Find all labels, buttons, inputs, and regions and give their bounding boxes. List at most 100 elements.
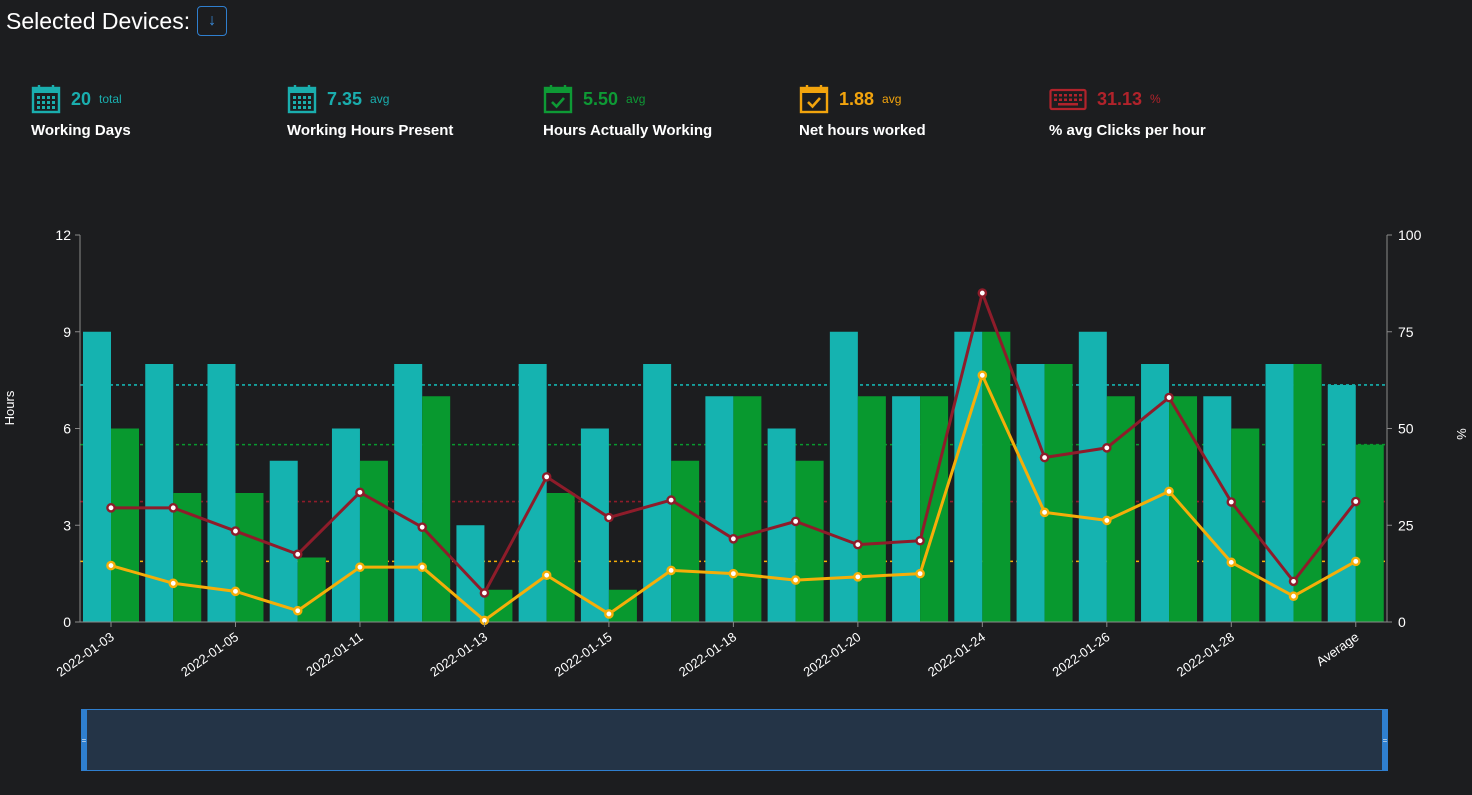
data-point — [1226, 497, 1237, 507]
bar — [733, 396, 762, 622]
data-point — [790, 575, 801, 585]
bar — [1078, 331, 1107, 622]
data-point — [106, 560, 116, 571]
y2-tick-label: 100 — [1398, 227, 1422, 243]
bar — [1231, 428, 1260, 622]
calendar-icon — [31, 85, 61, 114]
data-point — [292, 605, 303, 616]
x-tick-label: 2022-01-13 — [427, 629, 490, 679]
data-point — [230, 586, 241, 597]
calendar-check-icon — [543, 85, 573, 114]
stat-label: Working Days — [31, 122, 131, 139]
download-button[interactable]: ↓ — [197, 6, 228, 36]
bar — [1016, 364, 1045, 622]
stat-value: 20 — [71, 88, 92, 109]
stat-clicks-per-hour: 31.13 % % avg Clicks per hour — [1049, 84, 1206, 140]
keyboard-icon — [1049, 88, 1087, 111]
data-point — [541, 472, 552, 482]
bar — [207, 364, 236, 622]
x-tick-label: 2022-01-05 — [178, 629, 241, 679]
bar — [83, 331, 111, 622]
bar — [359, 460, 388, 622]
data-point — [1039, 452, 1050, 463]
x-tick-label: 2022-01-15 — [552, 629, 615, 679]
data-point — [479, 588, 490, 598]
y-tick-label: 6 — [63, 421, 71, 437]
stat-label: Hours Actually Working — [543, 122, 713, 139]
x-tick-label: Average — [1313, 629, 1361, 669]
x-tick-label: 2022-01-24 — [925, 629, 988, 679]
hours-chart: Hours % 0 3 6 9 12 0 25 50 75 100 2022-01-03 2022-0… — [2, 227, 1469, 680]
stat-unit: avg — [882, 92, 902, 106]
stat-unit: % — [1150, 92, 1161, 106]
data-point — [915, 568, 925, 579]
data-point — [1288, 576, 1299, 587]
bar — [331, 428, 360, 622]
bar — [671, 460, 700, 622]
data-point — [853, 572, 863, 582]
bar — [111, 428, 139, 622]
stat-unit: avg — [370, 92, 390, 106]
data-point — [106, 503, 116, 513]
calendar-check-icon — [799, 85, 829, 114]
range-slider-left-handle[interactable]: = — [81, 709, 87, 771]
stat-working-hours-present: 7.35 avg Working Hours Present — [287, 84, 453, 139]
x-tick-label: 2022-01-11 — [303, 629, 365, 679]
bar — [235, 493, 264, 622]
data-point — [417, 522, 427, 532]
data-point — [915, 535, 925, 546]
arrow-down-icon: ↓ — [208, 12, 217, 29]
y2-tick-label: 50 — [1398, 421, 1414, 437]
data-point — [1350, 556, 1361, 567]
y-tick-label: 9 — [63, 324, 71, 340]
stat-value: 1.88 — [839, 88, 875, 109]
data-point — [666, 565, 676, 576]
bar — [920, 396, 949, 622]
y2-tick-label: 75 — [1398, 324, 1414, 340]
x-tick-label: 2022-01-03 — [54, 629, 117, 679]
y2-tick-label: 25 — [1398, 517, 1414, 533]
stat-hours-actually-working: 5.50 avg Hours Actually Working — [543, 84, 712, 139]
stat-net-hours-worked: 1.88 avg Net hours worked — [799, 84, 926, 139]
data-point — [355, 487, 365, 498]
data-point — [853, 539, 863, 550]
range-slider-right-handle[interactable]: = — [1382, 709, 1388, 771]
stat-value: 5.50 — [583, 88, 619, 109]
x-tick-label: 2022-01-28 — [1174, 629, 1237, 679]
bar — [269, 460, 298, 622]
data-point — [1164, 486, 1174, 497]
bar — [580, 428, 609, 622]
data-point — [977, 370, 988, 381]
x-tick-label: 2022-01-18 — [676, 629, 739, 679]
stat-label: Working Hours Present — [287, 122, 454, 139]
data-point — [1102, 443, 1112, 453]
bar — [705, 396, 734, 622]
data-point — [604, 512, 614, 523]
y-tick-label: 3 — [63, 517, 71, 533]
data-point — [1164, 392, 1174, 403]
bar — [1203, 396, 1232, 622]
stat-unit: avg — [626, 92, 646, 106]
y-tick-label: 12 — [55, 227, 71, 243]
data-point — [728, 568, 739, 579]
data-point — [168, 503, 179, 513]
calendar-icon — [287, 85, 317, 114]
x-tick-label: 2022-01-20 — [801, 629, 864, 679]
bar — [643, 364, 672, 622]
data-point — [1350, 496, 1361, 507]
bar — [892, 396, 921, 622]
bar — [394, 364, 423, 622]
data-point — [790, 516, 801, 527]
stat-value: 7.35 — [327, 88, 363, 109]
header: Selected Devices: ↓ — [6, 6, 228, 36]
data-point — [168, 578, 179, 589]
stat-label: % avg Clicks per hour — [1049, 122, 1206, 139]
range-slider[interactable]: = = — [81, 709, 1388, 771]
data-point — [355, 562, 365, 572]
stat-label: Net hours worked — [799, 122, 926, 139]
bar — [1355, 444, 1384, 622]
data-point — [1102, 515, 1112, 526]
data-point — [417, 562, 427, 572]
bar — [518, 364, 547, 622]
y2-axis-label: % — [1454, 428, 1469, 440]
